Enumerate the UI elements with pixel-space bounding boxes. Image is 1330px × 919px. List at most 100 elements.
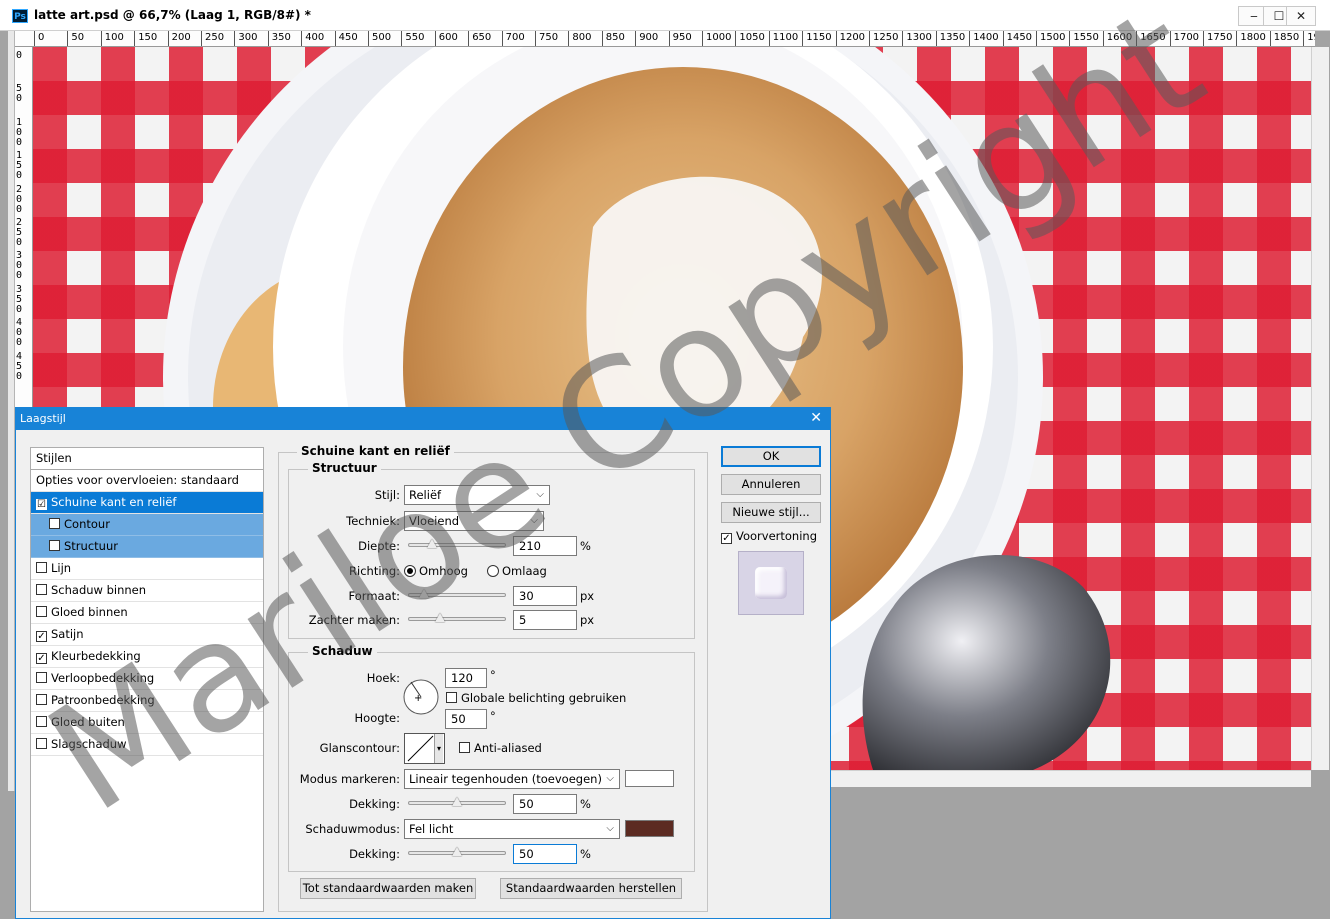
altitude-input[interactable]: 50: [445, 709, 487, 729]
outer-glow-checkbox[interactable]: [36, 716, 47, 727]
ruler-tick-label: 250: [201, 31, 224, 46]
slider-thumb[interactable]: [452, 797, 462, 806]
ruler-tick-label: 1700: [1169, 31, 1199, 46]
ruler-tick-label: 550: [401, 31, 424, 46]
ruler-tick-label: 1150: [802, 31, 832, 46]
title-bar[interactable]: Ps latte art.psd @ 66,7% (Laag 1, RGB/8#…: [0, 0, 1330, 31]
style-item-label: Schaduw binnen: [51, 583, 147, 597]
ruler-tick-label: 1300: [902, 31, 932, 46]
slider-thumb[interactable]: [434, 613, 445, 622]
radio-selected-icon[interactable]: [404, 565, 416, 577]
angle-dial-icon[interactable]: +: [402, 678, 440, 716]
dialog-close-icon[interactable]: ✕: [810, 410, 822, 426]
highlight-color-swatch[interactable]: [625, 770, 674, 787]
ruler-tick-label: 19: [1303, 31, 1315, 46]
highlight-mode-select[interactable]: Lineair tegenhouden (toevoegen) ⌵: [404, 769, 620, 789]
ruler-vertical-label: 400: [16, 317, 23, 349]
shadow-opacity-slider[interactable]: [408, 847, 506, 856]
color-overlay-checkbox[interactable]: ✓: [36, 653, 47, 664]
style-item-gradient-overlay[interactable]: Verloopbedekking: [31, 668, 263, 690]
global-light-checkbox[interactable]: [446, 692, 457, 703]
ok-button[interactable]: OK: [721, 446, 821, 467]
highlight-opacity-slider[interactable]: [408, 797, 506, 806]
bevel-emboss-checkbox[interactable]: ☑: [36, 499, 47, 510]
shadow-mode-select[interactable]: Fel licht ⌵: [404, 819, 620, 839]
style-item-label: Contour: [64, 517, 110, 531]
bevel-emboss-heading: Schuine kant en reliëf: [297, 444, 454, 458]
depth-unit: %: [580, 539, 591, 553]
cancel-button[interactable]: Annuleren: [721, 474, 821, 495]
inner-glow-checkbox[interactable]: [36, 606, 47, 617]
reset-default-button[interactable]: Standaardwaarden herstellen: [500, 878, 682, 899]
inner-shadow-checkbox[interactable]: [36, 584, 47, 595]
make-default-button[interactable]: Tot standaardwaarden maken: [300, 878, 476, 899]
depth-input[interactable]: 210: [513, 536, 577, 556]
preview-option[interactable]: ✓ Voorvertoning: [721, 529, 817, 544]
pattern-overlay-checkbox[interactable]: [36, 694, 47, 705]
direction-up-option[interactable]: Omhoog: [404, 564, 468, 578]
blending-options-item[interactable]: Opties voor overvloeien: standaard: [31, 470, 263, 492]
texture-checkbox[interactable]: [49, 540, 60, 551]
slider-thumb[interactable]: [452, 847, 462, 856]
style-item-color-overlay[interactable]: ✓ Kleurbedekking: [31, 646, 263, 668]
contour-checkbox[interactable]: [49, 518, 60, 529]
slider-thumb[interactable]: [419, 589, 430, 598]
style-item-inner-glow[interactable]: Gloed binnen: [31, 602, 263, 624]
gloss-contour-picker[interactable]: ▾: [404, 733, 445, 764]
style-item-label: Gloed binnen: [51, 605, 128, 619]
ruler-tick-label: 100: [100, 31, 124, 46]
size-input[interactable]: 30: [513, 586, 577, 606]
style-item-inner-shadow[interactable]: Schaduw binnen: [31, 580, 263, 602]
highlight-opacity-input[interactable]: 50: [513, 794, 577, 814]
satin-checkbox[interactable]: ✓: [36, 631, 47, 642]
vertical-scrollbar[interactable]: [1311, 47, 1329, 770]
style-item-pattern-overlay[interactable]: Patroonbedekking: [31, 690, 263, 712]
style-select[interactable]: Reliëf ⌵: [404, 485, 550, 505]
style-item-satin[interactable]: ✓ Satijn: [31, 624, 263, 646]
ruler-tick-label: 1200: [835, 31, 865, 46]
ruler-tick-label: 450: [334, 31, 358, 46]
ruler-tick-label: 950: [668, 31, 692, 46]
chevron-down-icon: ⌵: [606, 823, 614, 834]
style-item-label: Structuur: [64, 539, 118, 553]
new-style-button[interactable]: Nieuwe stijl...: [721, 502, 821, 523]
stroke-checkbox[interactable]: [36, 562, 47, 573]
horizontal-ruler[interactable]: 0 50 100 150 200 250 300 350 400 450 500 550 600 650 7…: [15, 31, 1315, 47]
depth-slider[interactable]: [408, 539, 506, 548]
global-light-option[interactable]: Globale belichting gebruiken: [446, 691, 626, 705]
style-item-stroke[interactable]: Lijn: [31, 558, 263, 580]
close-window-button[interactable]: ✕: [1286, 6, 1316, 26]
style-item-bevel-emboss[interactable]: ☑ Schuine kant en reliëf: [31, 492, 263, 514]
shadow-opacity-input[interactable]: 50: [513, 844, 577, 864]
style-item-contour[interactable]: Contour: [31, 514, 263, 536]
gradient-overlay-checkbox[interactable]: [36, 672, 47, 683]
ruler-vertical-label: 350: [16, 283, 23, 315]
style-item-outer-glow[interactable]: Gloed buiten: [31, 712, 263, 734]
style-item-texture[interactable]: Structuur: [31, 536, 263, 558]
drop-shadow-checkbox[interactable]: [36, 738, 47, 749]
angle-input[interactable]: 120: [445, 668, 487, 688]
preview-checkbox[interactable]: ✓: [721, 533, 732, 544]
dialog-title: Laagstijl: [20, 412, 66, 425]
shadow-color-swatch[interactable]: [625, 820, 674, 837]
anti-aliased-checkbox[interactable]: [459, 742, 470, 753]
ruler-tick-label: 500: [368, 31, 391, 46]
ruler-vertical-label: 250: [16, 217, 23, 248]
soften-input[interactable]: 5: [513, 610, 577, 630]
contour-dropdown-arrow-icon[interactable]: ▾: [434, 734, 443, 763]
soften-unit: px: [580, 613, 595, 627]
anti-aliased-option[interactable]: Anti-aliased: [459, 741, 542, 755]
ruler-vertical-label: 100: [16, 116, 23, 148]
ruler-tick-label: 1100: [768, 31, 798, 46]
technique-select[interactable]: Vloeiend ⌵: [404, 511, 544, 531]
dialog-title-bar[interactable]: Laagstijl ✕: [16, 408, 830, 430]
styles-header[interactable]: Stijlen: [31, 448, 263, 470]
soften-slider[interactable]: [408, 613, 506, 622]
ruler-vertical-label: 50: [16, 83, 23, 105]
direction-down-option[interactable]: Omlaag: [487, 564, 547, 578]
radio-unselected-icon[interactable]: [487, 565, 499, 577]
altitude-label: Hoogte:: [354, 711, 400, 725]
slider-thumb[interactable]: [427, 539, 438, 548]
style-item-drop-shadow[interactable]: Slagschaduw: [31, 734, 263, 756]
size-slider[interactable]: [408, 589, 506, 598]
